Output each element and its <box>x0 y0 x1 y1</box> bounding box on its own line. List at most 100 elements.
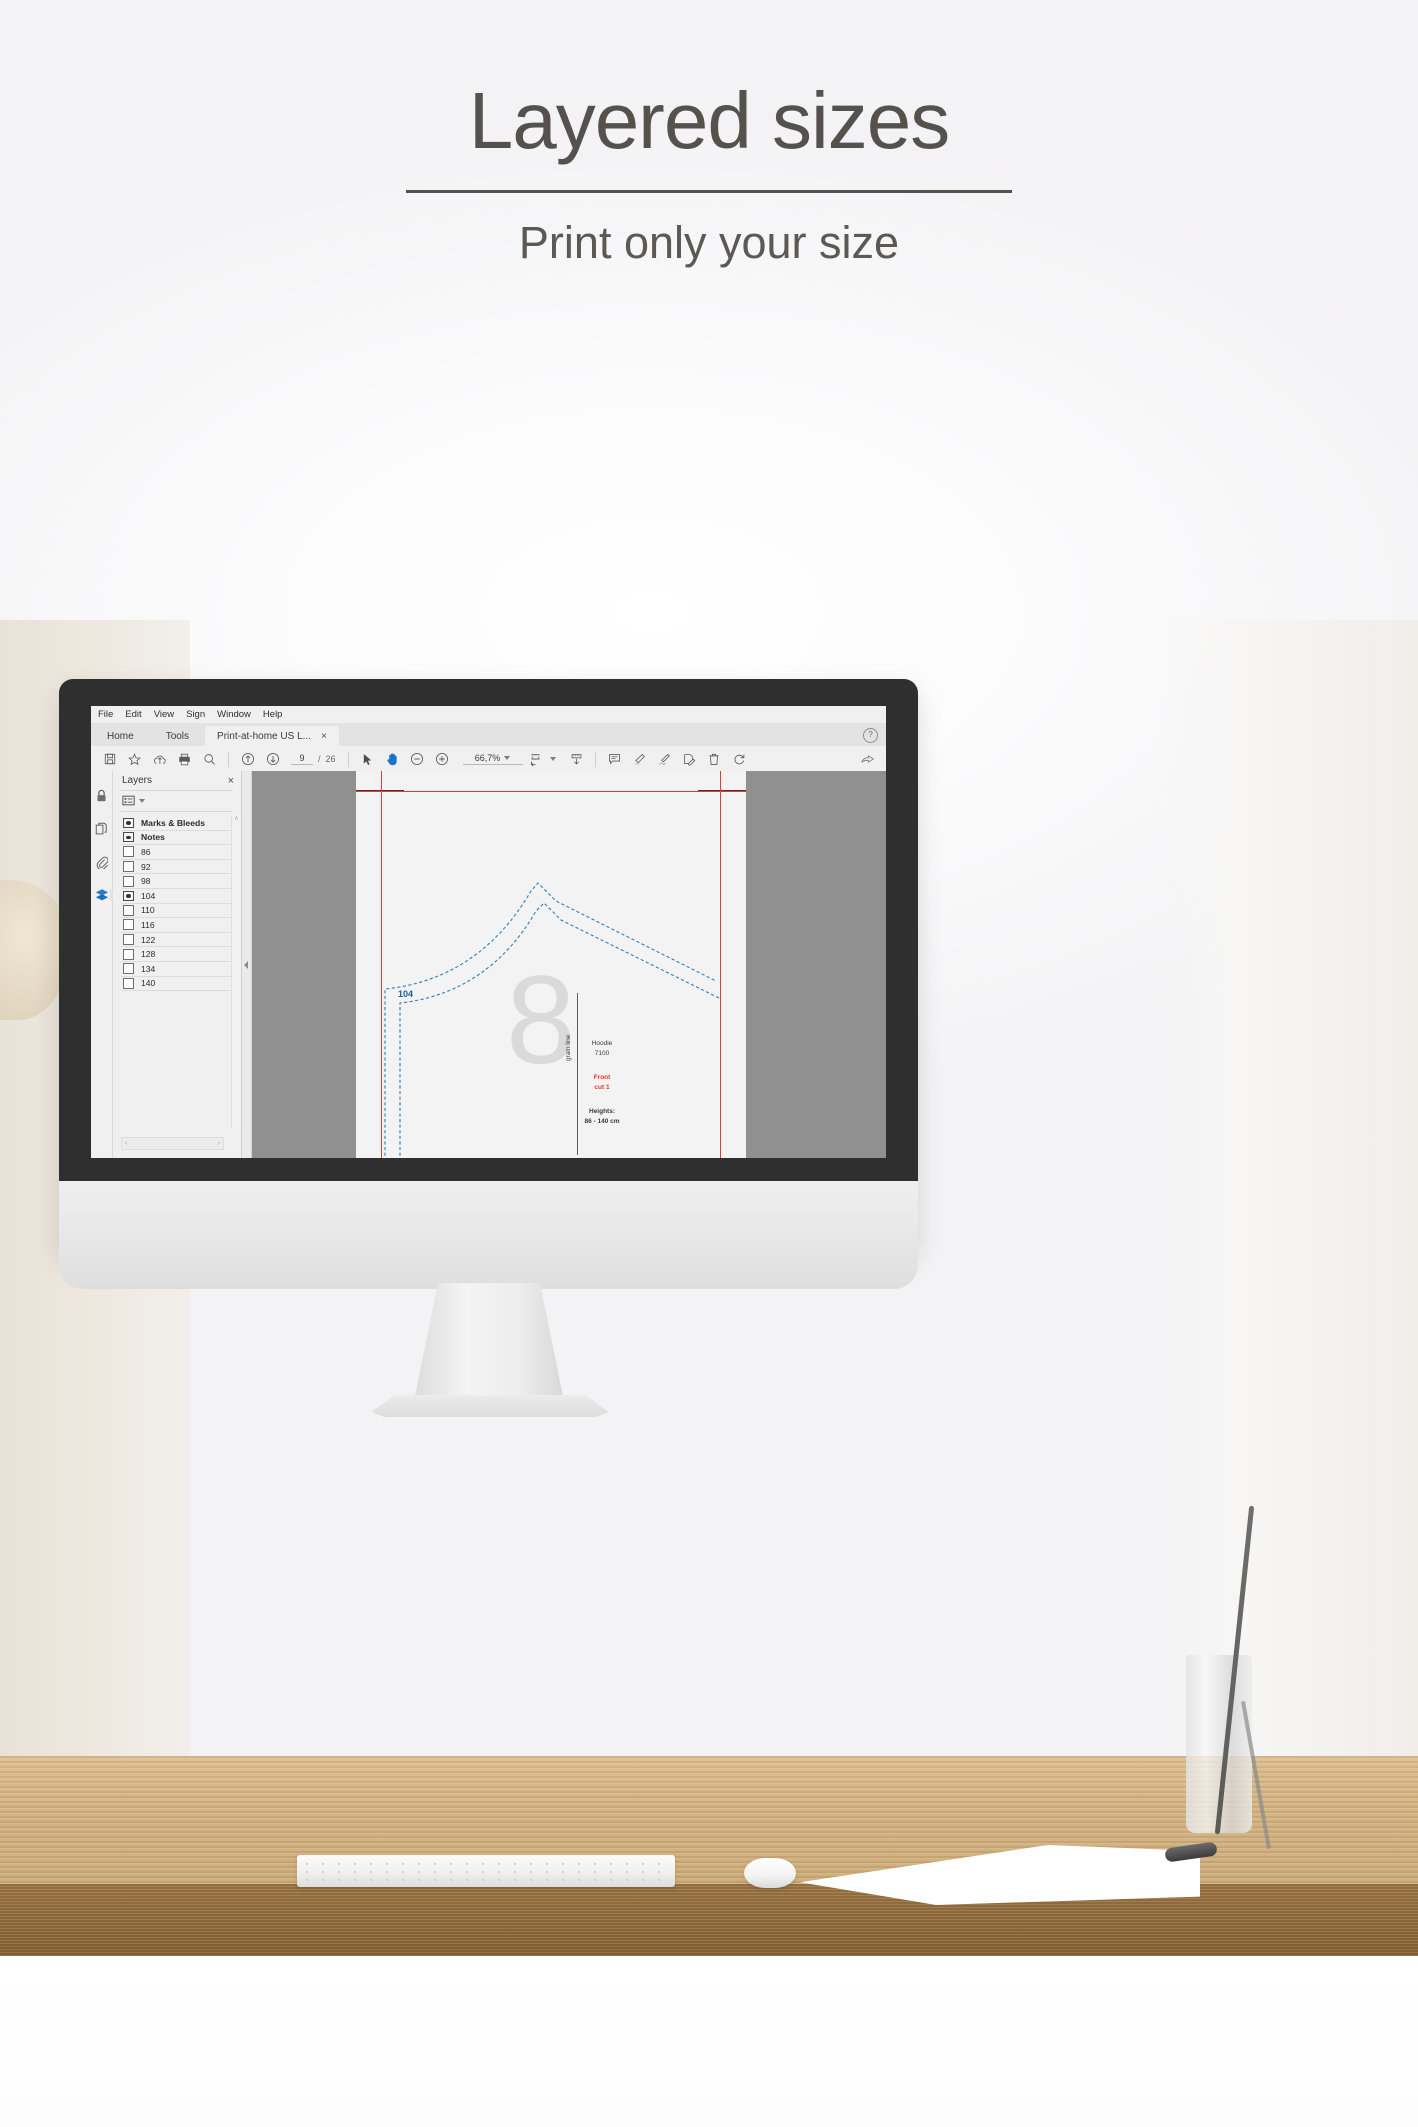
layer-name: 110 <box>141 905 155 916</box>
checkbox-icon[interactable] <box>123 846 134 858</box>
size-label: 104 <box>398 989 414 999</box>
menu-item-window[interactable]: Window <box>217 709 251 720</box>
checkbox-icon[interactable] <box>123 948 134 960</box>
previous-page-icon[interactable] <box>235 748 260 770</box>
checkbox-icon[interactable] <box>123 963 134 975</box>
panel-collapse-handle[interactable] <box>242 771 252 1158</box>
zoom-in-icon[interactable] <box>430 748 455 770</box>
tab-home[interactable]: Home <box>91 726 150 746</box>
below-desk-area <box>0 1956 1418 2127</box>
mouse <box>744 1858 796 1888</box>
wall-right-shade <box>1158 620 1418 1800</box>
toolbar-separator-3 <box>594 751 596 767</box>
layer-row[interactable]: 98 <box>121 874 233 889</box>
next-page-icon[interactable] <box>260 748 285 770</box>
layer-name: Marks & Bleeds <box>141 817 206 828</box>
layers-panel-header: Layers × <box>113 771 241 790</box>
fit-page-chevron-down-icon[interactable] <box>549 757 556 761</box>
cut-instruction: cut 1 <box>594 1084 610 1091</box>
lock-icon[interactable] <box>94 788 110 804</box>
layers-horizontal-scrollbar[interactable]: ‹ › <box>121 1137 224 1150</box>
select-tool-icon[interactable] <box>355 748 380 770</box>
page-thumbnails-icon[interactable] <box>94 821 110 837</box>
tool-bar: 9 / 26 66,7% <box>91 746 886 773</box>
checkbox-icon[interactable] <box>123 875 134 887</box>
heights-label: Heights: <box>589 1108 615 1115</box>
delete-icon[interactable] <box>702 748 727 770</box>
search-icon[interactable] <box>197 748 222 770</box>
tab-tools[interactable]: Tools <box>149 726 206 746</box>
layer-row[interactable]: Marks & Bleeds <box>121 816 233 831</box>
list-options-icon[interactable] <box>122 795 135 808</box>
layer-row[interactable]: 140 <box>121 977 233 992</box>
pdf-application-window: File Edit View Sign Window Help Home Too… <box>91 706 886 1158</box>
menu-item-edit[interactable]: Edit <box>125 709 141 720</box>
panel-divider-bottom <box>121 811 233 812</box>
page-navigator[interactable]: 9 / 26 <box>291 753 336 765</box>
close-icon[interactable]: × <box>228 775 234 786</box>
save-icon[interactable] <box>97 748 122 770</box>
layer-row[interactable]: 128 <box>121 947 233 962</box>
scroll-right-icon[interactable]: › <box>218 1140 220 1147</box>
print-icon[interactable] <box>172 748 197 770</box>
sign-icon[interactable] <box>652 748 677 770</box>
layer-name: 86 <box>141 846 151 857</box>
cloud-upload-icon[interactable] <box>147 748 172 770</box>
help-icon[interactable]: ? <box>863 728 878 743</box>
layer-row[interactable]: 122 <box>121 933 233 948</box>
layer-row[interactable]: 134 <box>121 962 233 977</box>
menu-item-file[interactable]: File <box>98 709 113 720</box>
star-icon[interactable] <box>122 748 147 770</box>
layer-row[interactable]: 92 <box>121 860 233 875</box>
document-viewport[interactable]: 104 8 grain line Hoodie 7100 Front cut 1… <box>252 771 886 1158</box>
desk-edge <box>0 1884 1418 1956</box>
scroll-up-icon[interactable]: ˄ <box>232 815 241 824</box>
scroll-left-icon[interactable]: ‹ <box>125 1140 127 1147</box>
page-total: 26 <box>325 754 336 764</box>
chevron-down-icon[interactable] <box>504 756 511 760</box>
layer-row[interactable]: 110 <box>121 904 233 919</box>
checkbox-icon[interactable] <box>123 919 134 931</box>
pdf-page: 104 8 grain line Hoodie 7100 Front cut 1… <box>356 771 746 1158</box>
chevron-down-icon[interactable] <box>139 799 145 803</box>
tab-document[interactable]: Print-at-home US L... × <box>205 726 339 746</box>
checkbox-icon[interactable] <box>123 934 134 946</box>
poster-title: Layered sizes <box>468 76 951 165</box>
checkbox-icon[interactable] <box>123 904 134 916</box>
menu-item-view[interactable]: View <box>154 709 174 720</box>
attachment-icon[interactable] <box>94 854 110 870</box>
layers-panel: Layers × Marks & Bleeds Notes 86 92 98 104 110… <box>113 771 242 1158</box>
garment-name: Hoodie <box>591 1040 613 1047</box>
fit-page-icon[interactable] <box>523 748 548 770</box>
hand-tool-icon[interactable] <box>380 748 405 770</box>
scroll-mode-icon[interactable] <box>564 748 589 770</box>
layer-name: 134 <box>141 963 156 974</box>
rotate-icon[interactable] <box>727 748 752 770</box>
layer-row[interactable]: 104 <box>121 889 233 904</box>
checkbox-icon[interactable] <box>123 977 134 989</box>
eye-icon[interactable] <box>123 832 134 843</box>
layer-list[interactable]: Marks & Bleeds Notes 86 92 98 104 110 116 122 128… <box>121 816 233 1128</box>
layers-icon[interactable] <box>94 887 116 903</box>
tab-document-label: Print-at-home US L... <box>217 730 311 742</box>
zoom-out-icon[interactable] <box>405 748 430 770</box>
zoom-level-selector[interactable]: 66,7% <box>462 753 523 765</box>
keyboard <box>297 1855 675 1887</box>
menu-item-help[interactable]: Help <box>263 709 283 720</box>
layer-row[interactable]: 116 <box>121 918 233 933</box>
share-icon[interactable] <box>855 748 880 770</box>
close-icon[interactable]: × <box>321 731 327 742</box>
layers-vertical-scrollbar[interactable]: ˄ <box>231 815 241 1128</box>
highlight-icon[interactable] <box>627 748 652 770</box>
checkbox-icon[interactable] <box>123 861 134 873</box>
layer-row[interactable]: Notes <box>121 831 233 846</box>
menu-item-sign[interactable]: Sign <box>186 709 205 720</box>
monitor-screen: File Edit View Sign Window Help Home Too… <box>91 706 886 1158</box>
eye-icon[interactable] <box>123 890 134 901</box>
layer-row[interactable]: 86 <box>121 845 233 860</box>
comment-icon[interactable] <box>602 748 627 770</box>
keyboard-keys <box>303 1861 669 1881</box>
page-current-input[interactable]: 9 <box>291 753 313 765</box>
eye-icon[interactable] <box>123 817 134 828</box>
stamp-icon[interactable] <box>677 748 702 770</box>
